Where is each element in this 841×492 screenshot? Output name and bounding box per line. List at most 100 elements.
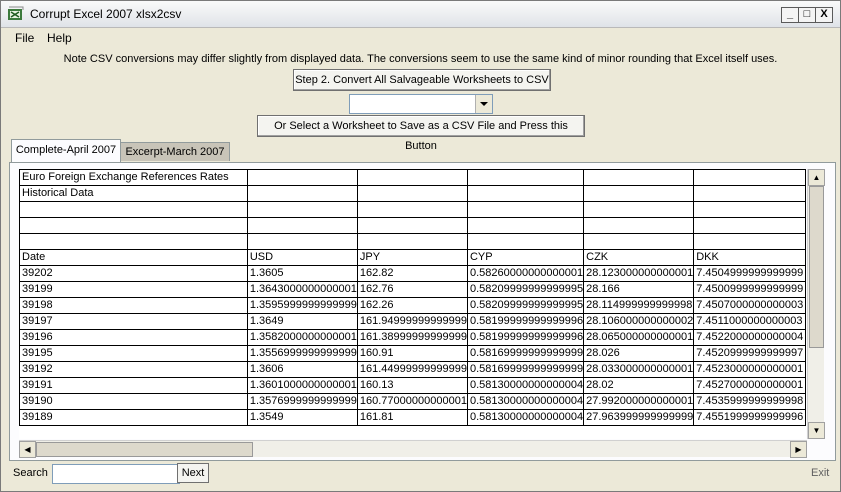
grid-cell[interactable] [356, 201, 468, 218]
grid-cell[interactable]: 28.123000000000001 [583, 265, 695, 282]
grid-cell[interactable]: 161.94999999999999 [356, 313, 468, 330]
grid-cell[interactable]: 28.033000000000001 [583, 361, 695, 378]
grid-cell[interactable]: 7.4522000000000004 [693, 329, 806, 346]
menu-help[interactable]: Help [47, 31, 72, 45]
grid-cell[interactable]: 39189 [19, 409, 248, 426]
grid-cell[interactable] [693, 185, 806, 202]
grid-cell[interactable]: 1.3595999999999999 [246, 297, 358, 314]
grid-cell[interactable]: 0.58209999999999995 [466, 281, 585, 298]
grid-cell[interactable]: 161.81 [356, 409, 468, 426]
grid-cell[interactable]: 7.4507000000000003 [693, 297, 806, 314]
data-grid[interactable]: Euro Foreign Exchange References Rates Hi… [19, 169, 806, 439]
grid-cell[interactable]: CYP [466, 249, 585, 266]
grid-cell[interactable]: 160.91 [356, 345, 468, 362]
scroll-down-button[interactable]: ▼ [808, 422, 825, 439]
grid-cell[interactable]: 161.38999999999999 [356, 329, 468, 346]
grid-cell[interactable]: 160.77000000000001 [356, 393, 468, 410]
grid-cell[interactable]: 39190 [19, 393, 248, 410]
convert-all-button[interactable]: Step 2. Convert All Salvageable Workshee… [293, 69, 551, 91]
next-button[interactable]: Next [177, 463, 209, 483]
grid-cell[interactable] [693, 201, 806, 218]
grid-cell[interactable]: 0.58130000000000004 [466, 409, 585, 426]
grid-cell[interactable]: 0.58169999999999999 [466, 361, 585, 378]
grid-cell[interactable]: 1.3576999999999999 [246, 393, 358, 410]
grid-cell[interactable] [466, 185, 585, 202]
exit-button[interactable]: Exit [811, 467, 829, 479]
grid-cell[interactable]: Historical Data [19, 185, 248, 202]
grid-cell[interactable] [246, 217, 358, 234]
grid-cell[interactable] [356, 217, 468, 234]
grid-cell[interactable]: DKK [693, 249, 806, 266]
grid-cell[interactable] [583, 169, 695, 186]
grid-cell[interactable]: 1.3556999999999999 [246, 345, 358, 362]
grid-cell[interactable]: 161.44999999999999 [356, 361, 468, 378]
grid-cell[interactable] [693, 233, 806, 250]
grid-cell[interactable]: 39192 [19, 361, 248, 378]
grid-cell[interactable]: 162.82 [356, 265, 468, 282]
grid-cell[interactable]: 39197 [19, 313, 248, 330]
tab-excerpt-march-2007[interactable]: Excerpt-March 2007 [120, 142, 230, 161]
grid-cell[interactable]: 0.58209999999999995 [466, 297, 585, 314]
horizontal-scroll-thumb[interactable] [36, 442, 253, 457]
grid-cell[interactable]: 162.76 [356, 281, 468, 298]
grid-cell[interactable] [583, 217, 695, 234]
grid-cell[interactable]: USD [246, 249, 358, 266]
close-button[interactable]: X [815, 7, 833, 23]
grid-cell[interactable]: 39198 [19, 297, 248, 314]
grid-cell[interactable]: 160.13 [356, 377, 468, 394]
grid-cell[interactable] [356, 169, 468, 186]
grid-cell[interactable] [693, 169, 806, 186]
grid-cell[interactable]: 27.992000000000001 [583, 393, 695, 410]
grid-cell[interactable] [246, 185, 358, 202]
grid-cell[interactable] [466, 201, 585, 218]
grid-cell[interactable] [466, 217, 585, 234]
grid-cell[interactable]: Date [19, 249, 248, 266]
grid-cell[interactable]: 1.3601000000000001 [246, 377, 358, 394]
grid-cell[interactable]: 1.3549 [246, 409, 358, 426]
grid-cell[interactable]: 162.26 [356, 297, 468, 314]
grid-cell[interactable] [583, 185, 695, 202]
grid-cell[interactable]: JPY [356, 249, 468, 266]
vertical-scroll-thumb[interactable] [809, 186, 824, 348]
grid-cell[interactable]: 1.3582000000000001 [246, 329, 358, 346]
grid-cell[interactable]: 28.02 [583, 377, 695, 394]
grid-cell[interactable]: 39196 [19, 329, 248, 346]
grid-cell[interactable]: 39191 [19, 377, 248, 394]
grid-cell[interactable] [583, 233, 695, 250]
grid-cell[interactable]: 28.114999999999998 [583, 297, 695, 314]
dropdown-arrow[interactable] [475, 95, 492, 113]
grid-cell[interactable]: 1.3605 [246, 265, 358, 282]
grid-cell[interactable]: 1.3649 [246, 313, 358, 330]
grid-cell[interactable] [19, 201, 248, 218]
grid-cell[interactable] [246, 201, 358, 218]
grid-cell[interactable]: Euro Foreign Exchange References Rates [19, 169, 248, 186]
grid-cell[interactable]: 7.4520999999999997 [693, 345, 806, 362]
grid-cell[interactable]: 39199 [19, 281, 248, 298]
grid-cell[interactable]: 0.58199999999999996 [466, 313, 585, 330]
grid-cell[interactable]: 7.4527000000000001 [693, 377, 806, 394]
grid-cell[interactable] [693, 217, 806, 234]
tab-complete-april-2007[interactable]: Complete-April 2007 [11, 139, 121, 162]
grid-cell[interactable]: 0.58199999999999996 [466, 329, 585, 346]
grid-cell[interactable]: 7.4500999999999999 [693, 281, 806, 298]
grid-cell[interactable] [246, 233, 358, 250]
maximize-button[interactable]: □ [798, 7, 816, 23]
grid-cell[interactable]: 28.065000000000001 [583, 329, 695, 346]
grid-cell[interactable]: 28.106000000000002 [583, 313, 695, 330]
grid-cell[interactable]: 1.3606 [246, 361, 358, 378]
search-input[interactable] [52, 464, 180, 484]
grid-cell[interactable]: 28.166 [583, 281, 695, 298]
grid-cell[interactable]: 7.4551999999999996 [693, 409, 806, 426]
menu-file[interactable]: File [15, 31, 34, 45]
grid-cell[interactable]: 27.963999999999999 [583, 409, 695, 426]
horizontal-scrollbar[interactable]: ◀ ▶ [19, 440, 807, 458]
worksheet-dropdown[interactable] [349, 94, 493, 114]
grid-cell[interactable]: 39202 [19, 265, 248, 282]
scroll-right-button[interactable]: ▶ [790, 441, 807, 458]
scroll-left-button[interactable]: ◀ [19, 441, 36, 458]
grid-cell[interactable] [466, 169, 585, 186]
vertical-scrollbar[interactable]: ▲ ▼ [807, 169, 825, 439]
title-bar[interactable]: Corrupt Excel 2007 xlsx2csv _ □ X [1, 1, 840, 28]
grid-cell[interactable] [246, 169, 358, 186]
scroll-up-button[interactable]: ▲ [808, 169, 825, 186]
